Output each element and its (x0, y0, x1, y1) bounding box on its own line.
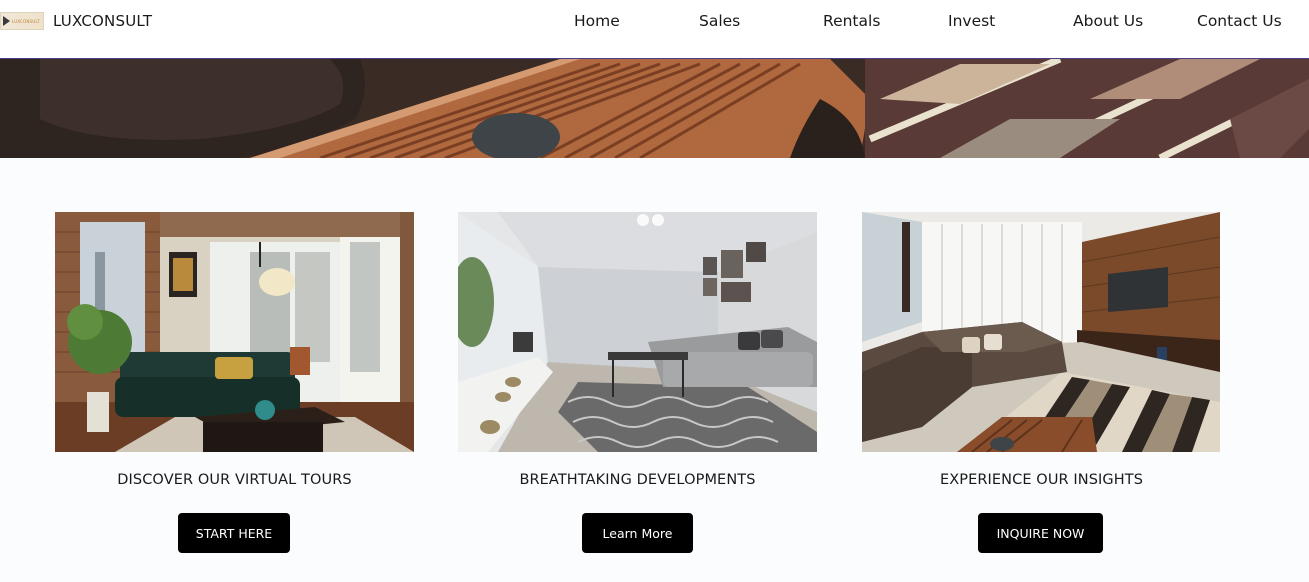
nav-about-us[interactable]: About Us (1073, 12, 1143, 30)
virtual-tours-image (55, 212, 414, 452)
virtual-tours-title: DISCOVER OUR VIRTUAL TOURS (117, 472, 352, 488)
hero-banner-image (0, 59, 1309, 158)
nav-sales[interactable]: Sales (699, 12, 740, 30)
inquire-now-button[interactable]: INQUIRE NOW (978, 513, 1103, 553)
main-nav: Home Sales Rentals Invest About Us Conta… (0, 12, 1309, 34)
insights-image (862, 212, 1221, 452)
nav-rentals[interactable]: Rentals (823, 12, 880, 30)
developments-title: BREATHTAKING DEVELOPMENTS (519, 472, 756, 488)
nav-home[interactable]: Home (574, 12, 620, 30)
nav-invest[interactable]: Invest (948, 12, 995, 30)
nav-contact-us[interactable]: Contact Us (1197, 12, 1282, 30)
insights-title: EXPERIENCE OUR INSIGHTS (939, 472, 1144, 488)
site-header: LUXCONSULT LUXCONSULT Home Sales Rentals… (0, 0, 1309, 59)
developments-image (458, 212, 817, 452)
start-here-button[interactable]: START HERE (178, 513, 290, 553)
learn-more-button[interactable]: Learn More (582, 513, 693, 553)
